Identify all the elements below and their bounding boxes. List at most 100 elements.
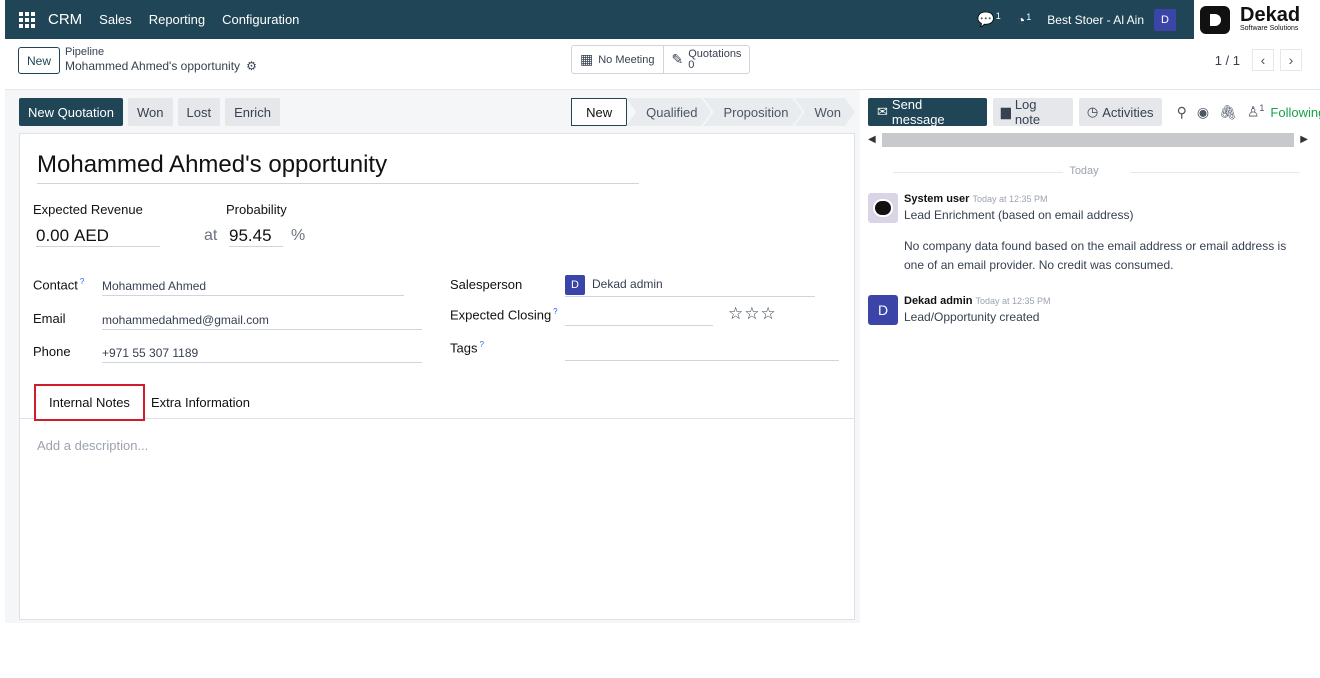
form-sheet: Mohammed Ahmed's opportunity Expected Re… xyxy=(19,133,855,620)
quotations-label: Quotations xyxy=(688,47,742,60)
expected-revenue-input[interactable]: 0.00 xyxy=(36,226,74,247)
currency-select[interactable]: AED xyxy=(74,226,160,247)
priority-stars[interactable]: ☆☆☆ xyxy=(728,304,777,324)
smart-buttons: ▦ No Meeting ✎ Quotations 0 xyxy=(571,45,751,74)
menu-configuration[interactable]: Configuration xyxy=(222,12,299,27)
email-field[interactable]: mohammedahmed@gmail.com xyxy=(102,313,422,330)
email-label: Email xyxy=(33,311,66,326)
tab-internal-notes[interactable]: Internal Notes xyxy=(34,384,145,421)
followers-button[interactable]: ♙1 xyxy=(1247,103,1265,121)
message-author[interactable]: Dekad admin xyxy=(904,295,972,307)
scroll-left-icon[interactable]: ◀ xyxy=(868,134,876,145)
salesperson-avatar: D xyxy=(565,275,585,295)
clock-icon: ◷ xyxy=(1086,104,1099,119)
user-icon: ♙ xyxy=(1246,103,1260,120)
messages-button[interactable]: 💬 1 xyxy=(977,11,1000,28)
expected-closing-field[interactable] xyxy=(565,308,713,326)
new-quotation-button[interactable]: New Quotation xyxy=(19,98,123,126)
chatter-toolbar: ✉ Send message ▆ Log note ◷ Activities ⚲ ◉ … xyxy=(868,97,1320,127)
message-author[interactable]: System user xyxy=(904,193,969,205)
calendar-icon: ▦ xyxy=(580,51,594,67)
log-note-label: Log note xyxy=(1014,97,1041,127)
company-logo: Dekad Software Solutions xyxy=(1194,0,1320,39)
phone-field[interactable]: +971 55 307 1189 xyxy=(102,346,422,363)
scrollbar-thumb[interactable] xyxy=(881,132,1295,147)
salesperson-value: Dekad admin xyxy=(592,277,663,292)
quotations-count: 0 xyxy=(688,58,695,71)
stage-new[interactable]: New xyxy=(571,98,628,126)
top-navbar: CRM Sales Reporting Configuration 💬 1 ◔ 1 … xyxy=(5,0,1320,39)
scroll-right-icon[interactable]: ▶ xyxy=(1300,134,1308,145)
message-text: Lead Enrichment (based on email address) xyxy=(904,208,1134,222)
help-icon[interactable]: ? xyxy=(80,277,84,286)
following-button[interactable]: Following xyxy=(1270,105,1320,120)
stage-pipeline: New Qualified Proposition Won xyxy=(571,98,855,126)
meeting-smart-button[interactable]: ▦ No Meeting xyxy=(572,46,663,73)
pager-value[interactable]: 1 / 1 xyxy=(1215,53,1240,68)
contact-field[interactable]: Mohammed Ahmed xyxy=(102,279,404,296)
message-time: Today at 12:35 PM xyxy=(972,194,1048,204)
phone-label: Phone xyxy=(33,344,71,359)
system-user-avatar xyxy=(868,193,898,223)
chatter-icons: ⚲ ◉ 🖇 ♙1 xyxy=(1177,103,1265,121)
help-icon[interactable]: ? xyxy=(553,307,557,316)
message-time: Today at 12:35 PM xyxy=(975,296,1051,306)
menu-sales[interactable]: Sales xyxy=(99,12,132,27)
pager: 1 / 1 ‹ › xyxy=(1215,49,1302,71)
activities-chatter-button[interactable]: ◷ Activities xyxy=(1078,98,1162,126)
envelope-icon: ✉ xyxy=(877,104,888,119)
chevron-left-icon[interactable]: ‹ xyxy=(1252,49,1274,71)
horizontal-scrollbar[interactable]: ◀ ▶ xyxy=(868,132,1308,147)
status-bar: New Quotation Won Lost Enrich New Qualif… xyxy=(19,98,855,126)
send-message-label: Send message xyxy=(891,97,945,127)
log-note-button[interactable]: ▆ Log note xyxy=(992,97,1073,127)
probability-input[interactable]: 95.45 xyxy=(229,226,283,247)
apps-menu-icon[interactable] xyxy=(19,11,35,28)
followers-count: 1 xyxy=(1259,103,1265,114)
eye-icon[interactable]: ◉ xyxy=(1197,104,1209,121)
meeting-label: No Meeting xyxy=(598,53,655,66)
tags-field[interactable] xyxy=(565,343,839,361)
menu-reporting[interactable]: Reporting xyxy=(149,12,205,27)
paperclip-icon[interactable]: 🖇 xyxy=(1219,104,1237,121)
salesperson-label: Salesperson xyxy=(450,277,523,292)
stage-won[interactable]: Won xyxy=(795,98,856,126)
send-message-button[interactable]: ✉ Send message xyxy=(868,97,987,127)
breadcrumb-pipeline[interactable]: Pipeline xyxy=(65,46,257,58)
edit-icon: ✎ xyxy=(671,51,684,67)
activities-button[interactable]: ◔ 1 xyxy=(1017,12,1031,28)
stage-proposition[interactable]: Proposition xyxy=(703,98,802,126)
date-separator: Today xyxy=(868,165,1300,177)
probability-label: Probability xyxy=(226,202,287,217)
message-extra-text: No company data found based on the email… xyxy=(904,239,1287,272)
lost-button[interactable]: Lost xyxy=(177,98,221,126)
help-icon[interactable]: ? xyxy=(479,340,483,349)
company-switcher[interactable]: Best Stoer - Al Ain xyxy=(1047,13,1144,27)
quotations-smart-button[interactable]: ✎ Quotations 0 xyxy=(662,46,750,73)
logo-subtitle: Software Solutions xyxy=(1240,25,1299,32)
control-panel: New Pipeline Mohammed Ahmed's opportunit… xyxy=(5,39,1320,90)
app-brand[interactable]: CRM xyxy=(48,11,82,28)
search-icon[interactable]: ⚲ xyxy=(1177,104,1187,121)
admin-avatar: D xyxy=(868,295,898,325)
description-field[interactable]: Add a description... xyxy=(37,438,148,453)
at-label: at xyxy=(204,227,218,244)
gear-icon[interactable]: ⚙ xyxy=(246,59,257,73)
expected-revenue-label: Expected Revenue xyxy=(33,202,143,217)
tab-extra-information[interactable]: Extra Information xyxy=(138,384,263,421)
activities-count: 1 xyxy=(1026,11,1032,22)
new-record-button[interactable]: New xyxy=(18,47,61,74)
logo-mark-icon xyxy=(1200,5,1230,34)
opportunity-title[interactable]: Mohammed Ahmed's opportunity xyxy=(37,151,639,184)
user-avatar[interactable]: D xyxy=(1154,8,1176,31)
note-icon: ▆ xyxy=(1000,104,1011,119)
chat-icon: 💬 xyxy=(977,11,995,27)
chevron-right-icon[interactable]: › xyxy=(1280,49,1302,71)
won-button[interactable]: Won xyxy=(128,98,173,126)
salesperson-field[interactable]: D Dekad admin xyxy=(565,275,815,297)
contact-label: Contact? xyxy=(33,277,85,293)
stage-qualified[interactable]: Qualified xyxy=(626,98,711,126)
enrich-button[interactable]: Enrich xyxy=(225,98,280,126)
tags-label: Tags? xyxy=(450,340,484,356)
expected-closing-label: Expected Closing? xyxy=(450,307,558,323)
